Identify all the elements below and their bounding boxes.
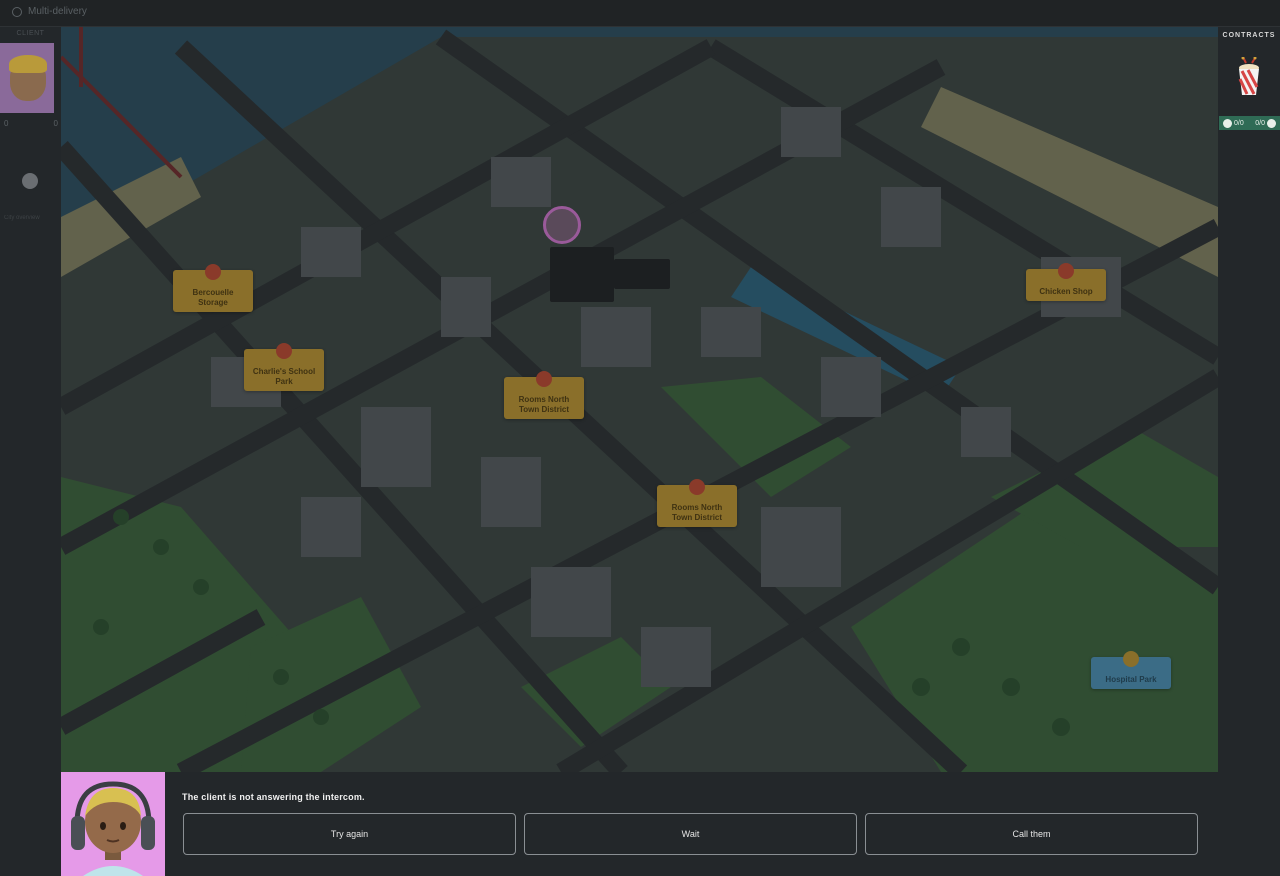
popcorn-bucket-icon[interactable] <box>1234 56 1264 99</box>
location-chicken-shop[interactable]: Chicken Shop <box>1026 263 1106 301</box>
location-hospital[interactable]: Hospital Park <box>1091 651 1171 689</box>
try-again-button[interactable]: Try again <box>183 813 516 855</box>
counter-left: 0/0 <box>1223 118 1244 128</box>
sidebar-caption: City overview <box>4 215 40 221</box>
location-label: Rooms North Town District <box>518 395 570 414</box>
counter-right-value: 0/0 <box>1255 119 1265 127</box>
map-popup <box>550 247 614 302</box>
location-rooms-a[interactable]: Rooms North Town District <box>504 371 584 419</box>
location-cycle-storage[interactable]: Bercouelle Storage <box>173 264 253 312</box>
badge-icon[interactable] <box>22 173 38 189</box>
location-label: Hospital Park <box>1105 675 1157 684</box>
location-rooms-b[interactable]: Rooms North Town District <box>657 479 737 527</box>
location-charlies-school[interactable]: Charlie's School Park <box>244 343 324 391</box>
counter-right: 0/0 <box>1255 118 1276 128</box>
location-label: Rooms North Town District <box>671 503 723 522</box>
location-label: Chicken Shop <box>1039 287 1093 296</box>
window-title: Multi-delivery <box>12 6 87 17</box>
stat-left: 0 <box>4 119 9 128</box>
location-pin-icon <box>536 371 552 387</box>
location-pin-icon <box>1123 651 1139 667</box>
dialog-panel: The client is not answering the intercom… <box>61 772 1280 876</box>
avatar-hair <box>9 55 47 73</box>
top-bar: Multi-delivery <box>0 0 1280 27</box>
location-pin-icon <box>1058 263 1074 279</box>
map-graphic <box>61 27 1218 772</box>
location-pin-icon <box>205 264 221 280</box>
dialog-message: The client is not answering the intercom… <box>182 792 365 802</box>
location-label: Charlie's School Park <box>252 367 316 386</box>
counter-left-value: 0/0 <box>1234 119 1244 127</box>
city-map[interactable]: Bercouelle Storage Charlie's School Park… <box>61 27 1218 772</box>
stat-right: 0 <box>53 119 58 128</box>
left-sidebar: CLIENT 0 0 City overview <box>0 27 61 772</box>
location-pin-icon <box>689 479 705 495</box>
money-bag-icon <box>1267 118 1276 128</box>
speaker-portrait <box>61 772 165 876</box>
contracts-title: CONTRACTS <box>1222 32 1276 39</box>
clock-icon <box>1223 118 1232 128</box>
location-pin-icon <box>276 343 292 359</box>
client-label: CLIENT <box>16 30 45 37</box>
location-label: Bercouelle Storage <box>192 288 234 307</box>
game-screen: Multi-delivery CLIENT 0 0 City overview <box>0 0 1280 876</box>
right-sidebar: CONTRACTS 0/0 0/0 <box>1218 27 1280 772</box>
info-icon[interactable] <box>12 6 22 17</box>
map-popup-extension <box>614 259 670 289</box>
client-stats: 0 0 <box>4 119 58 128</box>
window-title-text: Multi-delivery <box>28 6 87 17</box>
wait-button[interactable]: Wait <box>524 813 857 855</box>
contract-counter: 0/0 0/0 <box>1219 116 1280 130</box>
client-avatar[interactable] <box>0 43 54 113</box>
player-marker[interactable] <box>543 206 581 244</box>
call-them-button[interactable]: Call them <box>865 813 1198 855</box>
